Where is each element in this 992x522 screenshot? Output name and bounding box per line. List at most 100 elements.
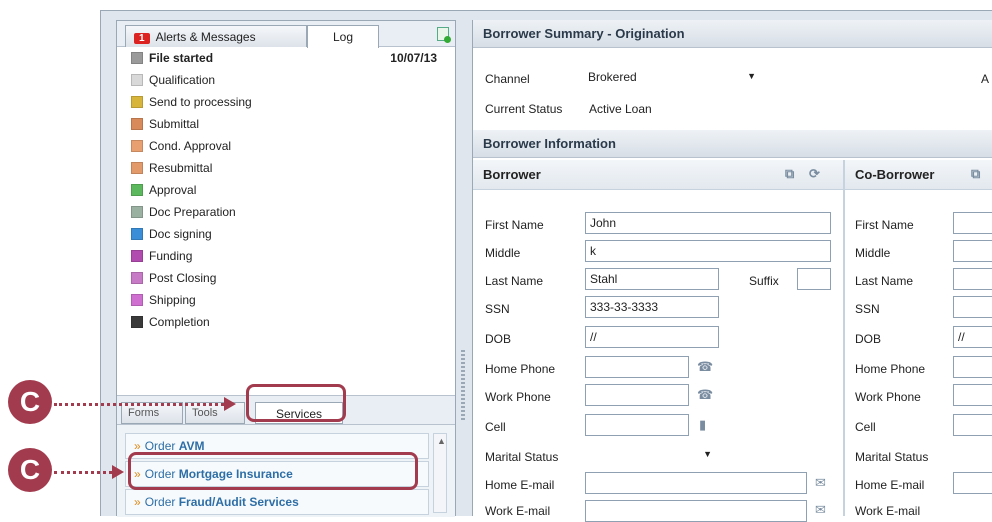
right-pane: Borrower Summary - Origination Channel B… bbox=[472, 20, 992, 522]
mobile-phone-icon[interactable]: ▮ bbox=[699, 417, 706, 433]
arrow-right-icon: » bbox=[134, 439, 141, 453]
borrower-subheader: Borrower ⧉ ⟳ bbox=[473, 160, 843, 190]
last-name-label: Last Name bbox=[485, 274, 544, 288]
callout-arrowhead bbox=[112, 465, 124, 479]
log-entry-file-started[interactable]: File started 10/07/13 bbox=[127, 47, 445, 69]
channel-value: Brokered bbox=[588, 70, 637, 84]
co-middle-label: Middle bbox=[855, 246, 891, 260]
log-entry-label: Doc Preparation bbox=[149, 205, 236, 219]
phone-icon[interactable]: ☎ bbox=[697, 359, 713, 375]
suffix-label: Suffix bbox=[749, 274, 779, 288]
coborrower-dob-input[interactable]: // bbox=[953, 326, 992, 348]
coborrower-middle-input[interactable] bbox=[953, 240, 992, 262]
channel-label: Channel bbox=[485, 72, 530, 86]
marital-status-label: Marital Status bbox=[485, 450, 559, 464]
phone-icon[interactable]: ☎ bbox=[697, 387, 713, 403]
alerts-count-badge: 1 bbox=[134, 33, 150, 44]
borrower-suffix-input[interactable] bbox=[797, 268, 831, 290]
milestone-color-swatch bbox=[131, 96, 143, 108]
borrower-home-phone-input[interactable] bbox=[585, 356, 689, 378]
coborrower-first-name-input[interactable] bbox=[953, 212, 992, 234]
coborrower-ssn-input[interactable] bbox=[953, 296, 992, 318]
scroll-up-icon[interactable]: ▲ bbox=[437, 436, 446, 446]
borrower-work-email-input[interactable] bbox=[585, 500, 807, 522]
log-entry-submittal[interactable]: Submittal bbox=[127, 113, 445, 135]
milestone-color-swatch bbox=[131, 206, 143, 218]
cell-label: Cell bbox=[485, 420, 506, 434]
mortgage-insurance-highlight bbox=[128, 452, 418, 490]
borrower-ssn-input[interactable]: 333-33-3333 bbox=[585, 296, 719, 318]
log-entry-date: 10/07/13 bbox=[390, 51, 437, 65]
log-entry-post-closing[interactable]: Post Closing bbox=[127, 267, 445, 289]
milestone-color-swatch bbox=[131, 272, 143, 284]
log-entry-approval[interactable]: Approval bbox=[127, 179, 445, 201]
pane-splitter[interactable] bbox=[456, 20, 470, 516]
home-phone-label: Home Phone bbox=[485, 362, 556, 376]
log-entry-qualification[interactable]: Qualification bbox=[127, 69, 445, 91]
milestone-color-swatch bbox=[131, 228, 143, 240]
splitter-grip-icon[interactable] bbox=[461, 350, 465, 420]
copy-icon[interactable]: ⧉ bbox=[785, 166, 794, 182]
co-last-name-label: Last Name bbox=[855, 274, 914, 288]
tab-log[interactable]: Log bbox=[307, 25, 379, 48]
borrower-home-email-input[interactable] bbox=[585, 472, 807, 494]
first-name-label: First Name bbox=[485, 218, 544, 232]
borrower-work-phone-input[interactable] bbox=[585, 384, 689, 406]
clipped-label: A bbox=[981, 72, 990, 86]
middle-label: Middle bbox=[485, 246, 521, 260]
home-email-label: Home E-mail bbox=[485, 478, 555, 492]
log-entry-send-to-processing[interactable]: Send to processing bbox=[127, 91, 445, 113]
borrower-middle-input[interactable]: k bbox=[585, 240, 831, 262]
new-document-icon[interactable] bbox=[437, 27, 451, 43]
work-phone-label: Work Phone bbox=[485, 390, 551, 404]
service-name: AVM bbox=[178, 439, 205, 453]
coborrower-subheader: Co-Borrower ⧉ bbox=[845, 160, 992, 190]
copy-icon[interactable]: ⧉ bbox=[971, 166, 980, 182]
co-dob-label: DOB bbox=[855, 332, 882, 346]
coborrower-work-phone-input[interactable] bbox=[953, 384, 992, 406]
borrower-cell-input[interactable] bbox=[585, 414, 689, 436]
log-entry-label: Shipping bbox=[149, 293, 196, 307]
borrower-dob-input[interactable]: // bbox=[585, 326, 719, 348]
borrower-heading: Borrower bbox=[483, 167, 541, 182]
log-entry-doc-preparation[interactable]: Doc Preparation bbox=[127, 201, 445, 223]
borrower-first-name-input[interactable]: John bbox=[585, 212, 831, 234]
services-scrollbar[interactable]: ▲ bbox=[433, 433, 447, 513]
co-first-name-label: First Name bbox=[855, 218, 914, 232]
milestone-color-swatch bbox=[131, 52, 143, 64]
service-order-fraud-audit[interactable]: » Order Fraud/Audit Services bbox=[125, 489, 429, 515]
channel-select[interactable]: Brokered bbox=[583, 66, 763, 88]
milestone-color-swatch bbox=[131, 294, 143, 306]
log-entry-funding[interactable]: Funding bbox=[127, 245, 445, 267]
milestone-color-swatch bbox=[131, 316, 143, 328]
envelope-icon[interactable]: ✉ bbox=[815, 475, 826, 491]
log-entry-label: Resubmittal bbox=[149, 161, 213, 175]
log-entry-label: File started bbox=[149, 51, 214, 65]
left-pane: 1 Alerts & Messages Log File started 10/07… bbox=[116, 20, 456, 517]
log-entry-label: Completion bbox=[149, 315, 210, 329]
coborrower-cell-input[interactable] bbox=[953, 414, 992, 436]
coborrower-heading: Co-Borrower bbox=[855, 167, 935, 182]
borrower-last-name-input[interactable]: Stahl bbox=[585, 268, 719, 290]
current-status-value: Active Loan bbox=[589, 102, 652, 116]
log-entry-shipping[interactable]: Shipping bbox=[127, 289, 445, 311]
milestone-log-list: File started 10/07/13 Qualification Send … bbox=[117, 47, 455, 377]
borrower-marital-status-select[interactable] bbox=[585, 444, 719, 466]
coborrower-home-phone-input[interactable] bbox=[953, 356, 992, 378]
log-entry-cond-approval[interactable]: Cond. Approval bbox=[127, 135, 445, 157]
refresh-icon[interactable]: ⟳ bbox=[809, 166, 820, 182]
log-entry-label: Qualification bbox=[149, 73, 216, 87]
log-entry-label: Cond. Approval bbox=[149, 139, 232, 153]
service-prefix: Order bbox=[144, 439, 176, 453]
dob-label: DOB bbox=[485, 332, 512, 346]
tab-alerts-messages[interactable]: 1 Alerts & Messages bbox=[125, 25, 307, 47]
milestone-color-swatch bbox=[131, 184, 143, 196]
log-entry-resubmittal[interactable]: Resubmittal bbox=[127, 157, 445, 179]
service-prefix: Order bbox=[144, 495, 176, 509]
co-cell-label: Cell bbox=[855, 420, 876, 434]
coborrower-home-email-input[interactable] bbox=[953, 472, 992, 494]
log-tabs: 1 Alerts & Messages Log bbox=[117, 21, 455, 48]
log-entry-doc-signing[interactable]: Doc signing bbox=[127, 223, 445, 245]
coborrower-last-name-input[interactable] bbox=[953, 268, 992, 290]
log-entry-completion[interactable]: Completion bbox=[127, 311, 445, 333]
